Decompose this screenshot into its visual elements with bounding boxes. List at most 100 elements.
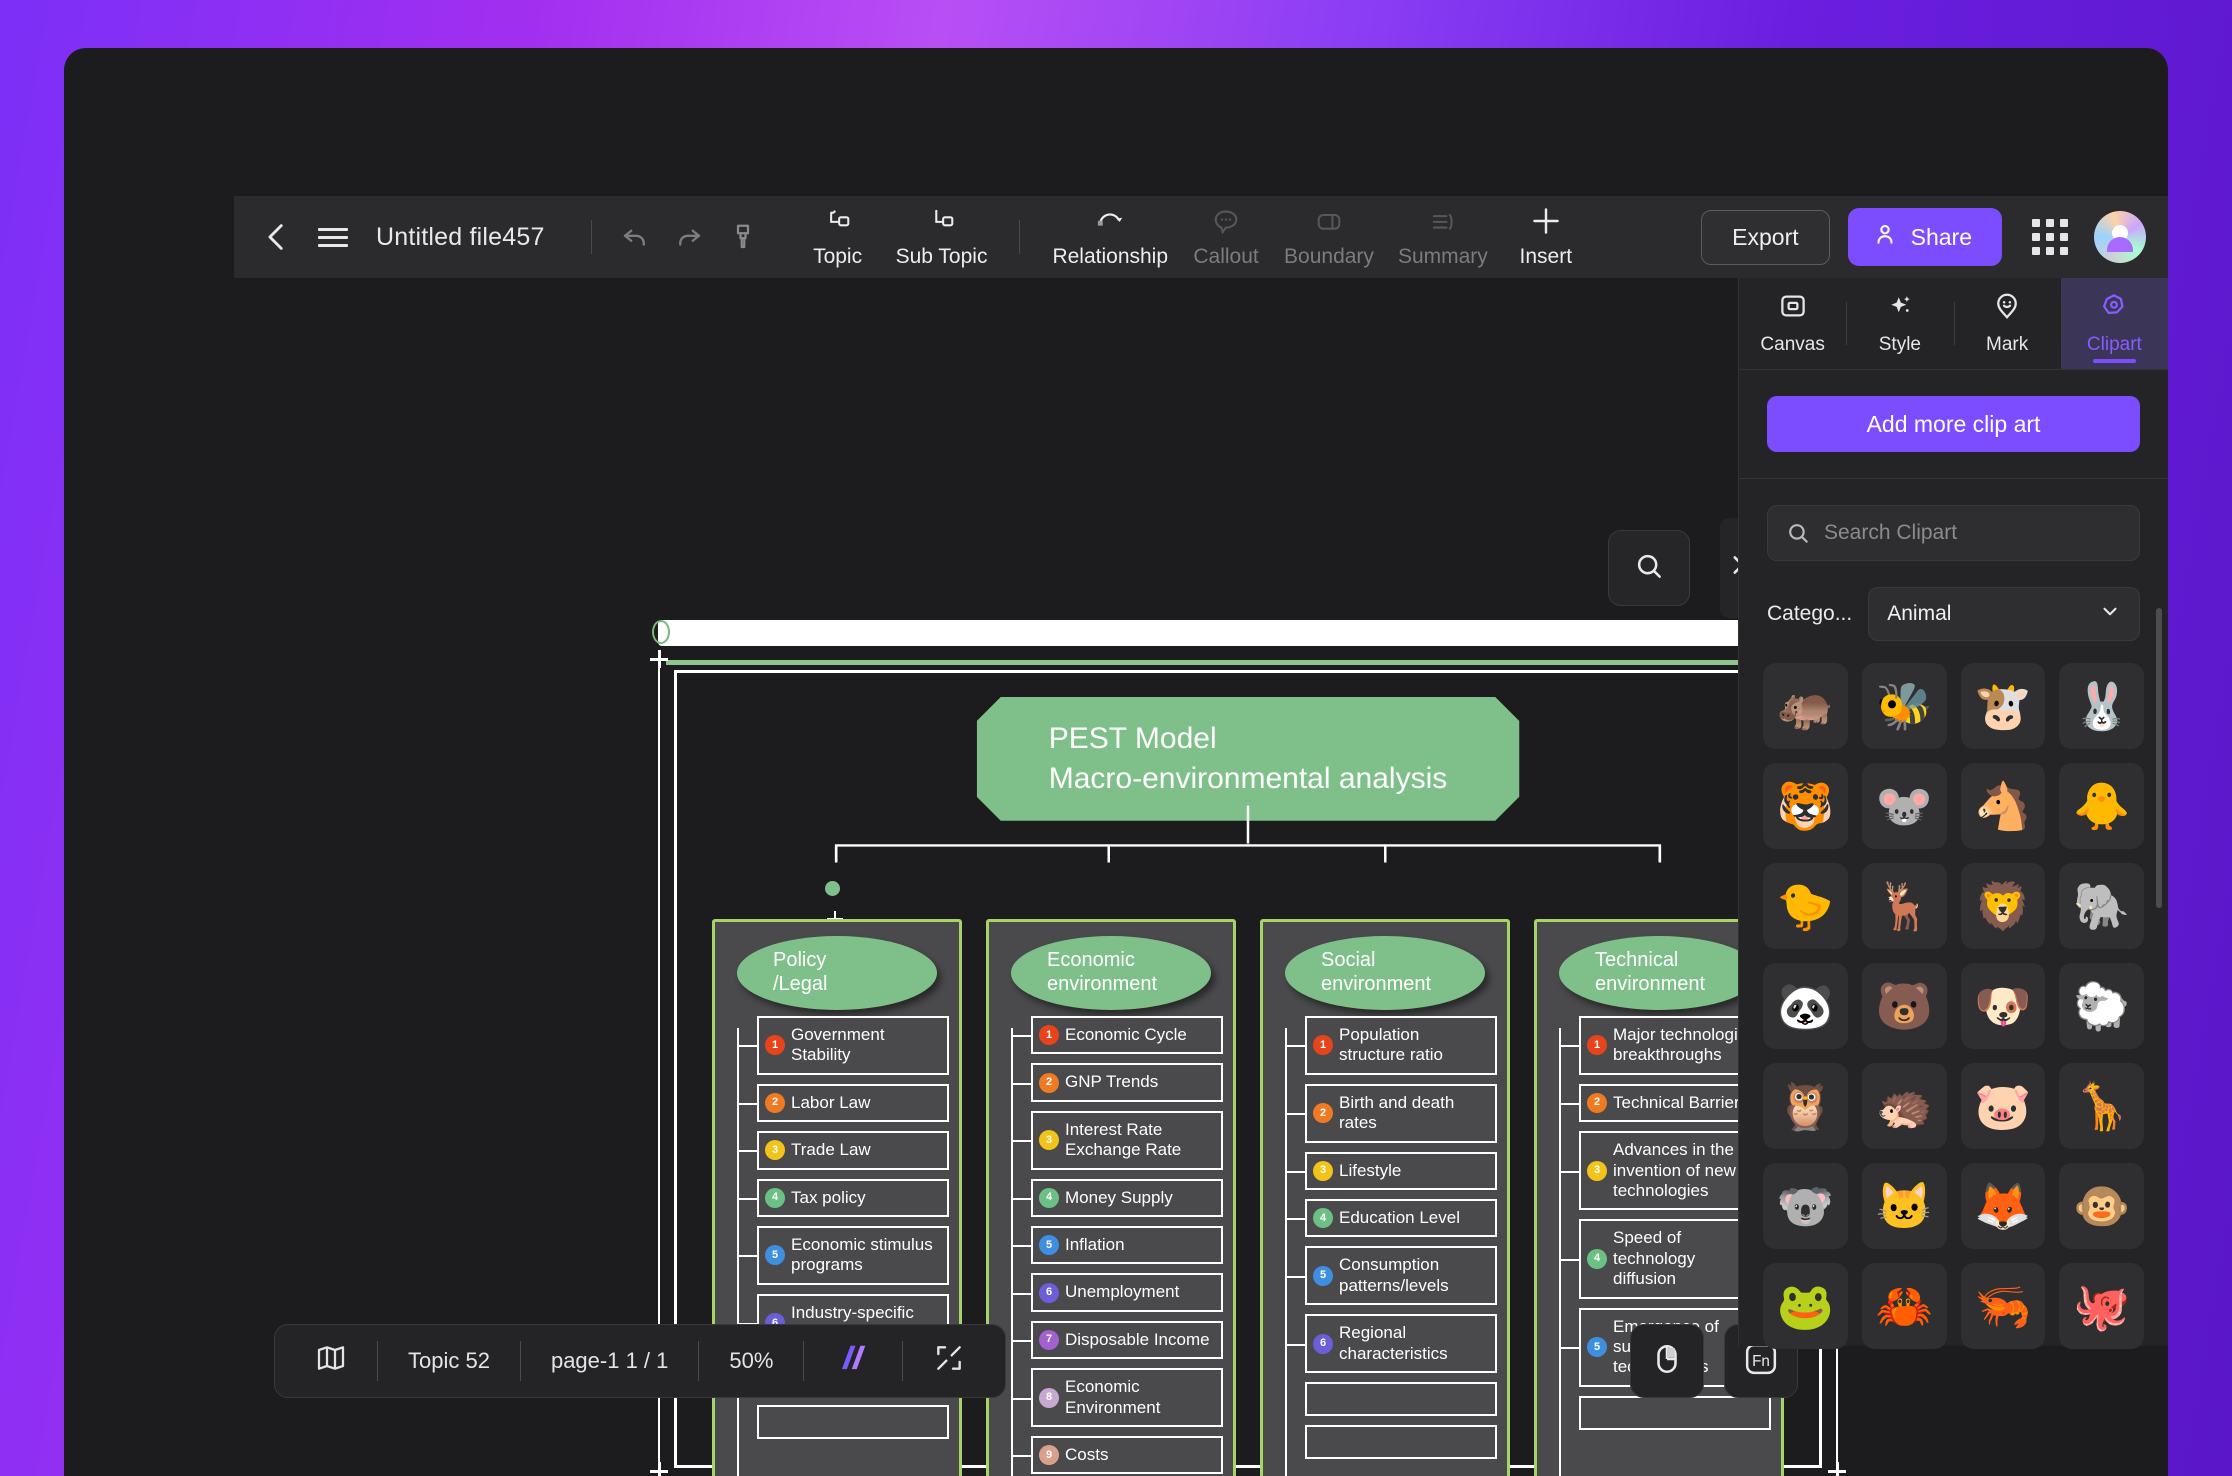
tab-style[interactable]: Style [1846, 278, 1953, 369]
clipart-item-owl[interactable]: 🦉 [1763, 1063, 1848, 1149]
clipart-item-frog[interactable]: 🐸 [1763, 1263, 1848, 1349]
leaf-item[interactable]: 2 Birth and death rates [1285, 1083, 1497, 1143]
category-select[interactable]: Animal [1868, 587, 2140, 641]
clipart-grid: 🦛 🐝 🐮 🐰 🐯 🐭 🐴 🐥 🐤 🦌 🦁 🐘 🐼 🐻 🐶 🐑 🦉 🦔 🐷 🦒 … [1763, 663, 2144, 1363]
branch-title-node[interactable]: Technical environment [1559, 936, 1759, 1010]
clipart-item-pig[interactable]: 🐷 [1960, 1063, 2046, 1149]
clipart-item-giraffe[interactable]: 🦒 [2059, 1063, 2144, 1149]
share-button[interactable]: Share [1847, 208, 2002, 266]
export-button[interactable]: Export [1701, 209, 1830, 265]
clipart-item-hippo[interactable]: 🦛 [1763, 663, 1848, 749]
leaf-item[interactable]: 3 Interest Rate Exchange Rate [1011, 1110, 1223, 1170]
clipart-item-sheep[interactable]: 🐑 [2059, 963, 2144, 1049]
clipart-item-horse[interactable]: 🐴 [1960, 763, 2046, 849]
branch-social-environment[interactable]: Social environment 1 Population structur… [1260, 919, 1510, 1476]
clipart-item-bear[interactable]: 🐻 [1861, 963, 1947, 1049]
toolbar-button-boundary[interactable]: Boundary [1272, 201, 1386, 273]
leaf-item[interactable]: 7 Disposable Income [1011, 1320, 1223, 1360]
hamburger-menu-icon[interactable] [312, 216, 354, 258]
leaf-item[interactable]: 8 Economic Environment [1011, 1368, 1223, 1427]
clipart-item-deer[interactable]: 🦌 [1861, 863, 1947, 949]
leaf-placeholder[interactable] [1579, 1395, 1771, 1430]
redo-icon[interactable] [666, 214, 712, 260]
clipart-item-panda[interactable]: 🐼 [1763, 963, 1848, 1049]
leaf-item[interactable]: 2 GNP Trends [1011, 1063, 1223, 1102]
leaf-item[interactable]: 5 Inflation [1011, 1225, 1223, 1265]
clipart-item-monkey[interactable]: 🐵 [2059, 1163, 2144, 1249]
branch-title-node[interactable]: Economic environment [1011, 936, 1211, 1010]
leaf-placeholder[interactable] [757, 1404, 949, 1439]
leaf-item[interactable]: 4 Education Level [1285, 1198, 1497, 1238]
clipart-item-bee[interactable]: 🐝 [1861, 663, 1947, 749]
toolbar-button-topic[interactable]: Topic [792, 201, 884, 273]
branch-title-node[interactable]: Social environment [1285, 936, 1485, 1010]
leaf-label: Tax policy [791, 1187, 866, 1207]
clipart-item-elephant[interactable]: 🐘 [2059, 863, 2144, 949]
back-arrow-icon[interactable] [256, 216, 298, 258]
leaf-item[interactable]: 5 Consumption patterns/levels [1285, 1246, 1497, 1306]
leaf-placeholder[interactable] [1305, 1381, 1497, 1416]
leaf-item[interactable]: 1 Government Stability [737, 1016, 949, 1075]
root-title-line1: PEST Model [1048, 722, 1217, 755]
add-more-clipart-button[interactable]: Add more clip art [1767, 396, 2140, 452]
leaf-item[interactable]: 5 Economic stimulus programs [737, 1225, 949, 1285]
leaf-item[interactable]: 2 Labor Law [737, 1083, 949, 1123]
mouse-mode-button[interactable] [1630, 1324, 1704, 1398]
leaf-item[interactable]: 4 Money Supply [1011, 1178, 1223, 1217]
clipart-item-rabbit[interactable]: 🐰 [2059, 663, 2144, 749]
leaf-placeholder[interactable] [1305, 1424, 1497, 1459]
page-indicator[interactable]: page-1 1 / 1 [521, 1348, 698, 1374]
clipart-item-crab[interactable]: 🦀 [1861, 1263, 1947, 1349]
leaf-item[interactable]: 9 Costs [1011, 1435, 1223, 1475]
clipart-item-hedgehog[interactable]: 🦔 [1861, 1063, 1947, 1149]
toolbar-button-relationship[interactable]: Relationship [1040, 201, 1180, 273]
clipart-item-lion[interactable]: 🦁 [1960, 863, 2046, 949]
apps-grid-icon[interactable] [2032, 219, 2068, 255]
format-painter-icon[interactable] [720, 214, 766, 260]
panel-scrollbar[interactable] [2156, 608, 2162, 908]
canvas-search-button[interactable] [1608, 530, 1690, 606]
toolbar-button-sub-topic[interactable]: Sub Topic [884, 201, 1000, 273]
clipart-item-fox[interactable]: 🦊 [1960, 1163, 2046, 1249]
clipart-item-chick[interactable]: 🐥 [2059, 763, 2144, 849]
toolbar-label: Boundary [1284, 245, 1374, 268]
clipart-item-shrimp[interactable]: 🦐 [1960, 1263, 2046, 1349]
toolbar-button-callout[interactable]: Callout [1180, 201, 1272, 273]
leaf-item[interactable]: 3 Lifestyle [1285, 1151, 1497, 1190]
leaf-item[interactable]: 3 Trade Law [737, 1131, 949, 1170]
clipart-item-cow[interactable]: 🐮 [1960, 663, 2046, 749]
clipart-search-input[interactable] [1767, 505, 2140, 561]
leaf-badge: 5 [1313, 1265, 1333, 1286]
toolbar-button-insert[interactable]: Insert [1500, 201, 1592, 273]
tab-canvas[interactable]: Canvas [1739, 278, 1846, 369]
ai-assistant-button[interactable] [804, 1342, 902, 1380]
branch-title-node[interactable]: Policy /Legal [737, 936, 937, 1010]
boundary-icon [1313, 205, 1345, 239]
clipart-item-octopus[interactable]: 🐙 [2059, 1263, 2144, 1349]
leaf-item[interactable]: 6 Regional characteristics [1285, 1314, 1497, 1373]
clipart-item-cat[interactable]: 🐱 [1861, 1163, 1947, 1249]
branch-economic-environment[interactable]: Economic environment 1 Economic Cycle 2 [986, 919, 1236, 1476]
clipart-item-koala[interactable]: 🐨 [1763, 1163, 1848, 1249]
fullscreen-button[interactable] [903, 1342, 995, 1380]
leaf-item[interactable]: 1 Economic Cycle [1011, 1016, 1223, 1055]
document-title[interactable]: Untitled file457 [376, 223, 545, 252]
zoom-level-label[interactable]: 50% [699, 1348, 803, 1374]
undo-icon[interactable] [612, 214, 658, 260]
tab-mark[interactable]: Mark [1953, 278, 2061, 369]
selection-handle-topleft[interactable] [652, 620, 670, 644]
toolbar-button-summary[interactable]: Summary [1386, 201, 1500, 273]
clipart-item-duck[interactable]: 🐤 [1763, 863, 1848, 949]
user-avatar[interactable] [2094, 211, 2146, 263]
map-overview-button[interactable] [285, 1342, 377, 1380]
selection-top-bar[interactable] [658, 620, 1838, 646]
leaf-item[interactable]: 4 Tax policy [737, 1178, 949, 1217]
root-node[interactable]: PEST Model Macro-environmental analysis [977, 697, 1520, 821]
branch-dot-1[interactable] [825, 881, 840, 896]
leaf-item[interactable]: 6 Unemployment [1011, 1273, 1223, 1312]
tab-clipart[interactable]: Clipart [2060, 278, 2168, 369]
leaf-item[interactable]: 1 Population structure ratio [1285, 1016, 1497, 1075]
clipart-item-dog[interactable]: 🐶 [1960, 963, 2046, 1049]
clipart-item-mouse[interactable]: 🐭 [1861, 763, 1947, 849]
clipart-item-tiger[interactable]: 🐯 [1763, 763, 1848, 849]
